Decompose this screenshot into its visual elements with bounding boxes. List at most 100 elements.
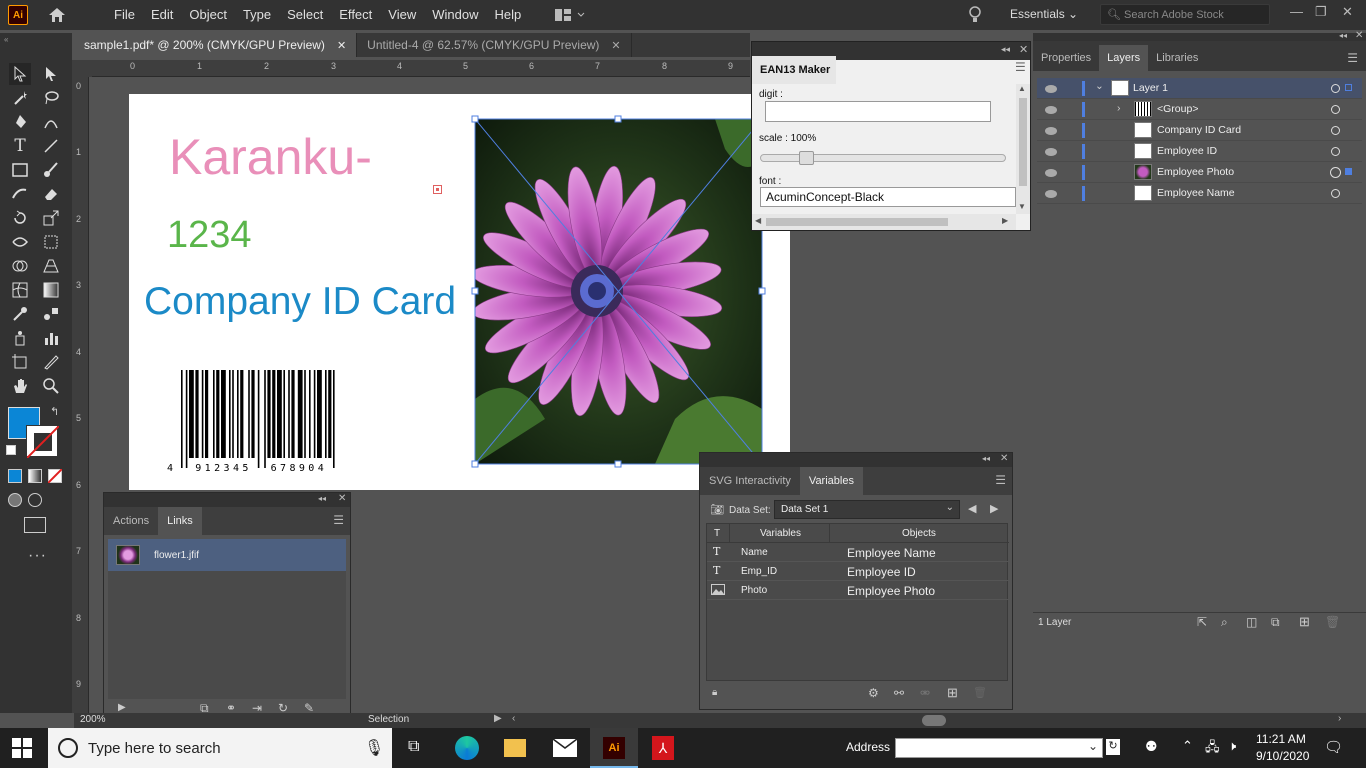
expand-chevron-icon[interactable]: ⌄ [1095, 80, 1104, 92]
vertical-scrollbar[interactable]: ▲ ▼ [1016, 84, 1030, 214]
status-menu-icon[interactable]: ▶ [494, 713, 502, 724]
windows-start-icon[interactable] [12, 738, 32, 761]
tab-layers[interactable]: Layers [1099, 45, 1149, 71]
edge-browser-icon[interactable] [455, 736, 479, 760]
lock-icon[interactable]: 🔒︎ [712, 687, 717, 698]
width-tool-icon[interactable] [9, 231, 31, 253]
close-tab-icon[interactable]: ✕ [611, 39, 620, 52]
expand-chevron-icon[interactable]: › [1117, 102, 1121, 114]
action-center-icon[interactable]: 🗨︎ [1324, 738, 1343, 756]
previous-dataset-icon[interactable]: ◀ [968, 502, 976, 515]
panel-menu-icon[interactable]: ☰ [995, 473, 1006, 495]
scale-slider-thumb[interactable] [799, 151, 815, 165]
color-mode-icon[interactable] [8, 469, 22, 483]
new-layer-icon[interactable]: ⊞ [1299, 614, 1310, 630]
export-icon[interactable]: ⇱ [1197, 615, 1207, 629]
taskbar-search-box[interactable]: Type here to search 🎙︎ [48, 728, 392, 768]
collapse-panel-icon[interactable]: ◂◂ [1339, 31, 1347, 40]
show-hidden-icons-icon[interactable]: ⌃ [1182, 738, 1193, 754]
microphone-icon[interactable]: 🎙︎ [364, 738, 384, 758]
link-item[interactable]: flower1.jfif [108, 539, 346, 571]
close-panel-icon[interactable]: ✕ [1355, 30, 1363, 41]
restore-button[interactable]: ❐ [1315, 4, 1327, 20]
menu-object[interactable]: Object [181, 0, 235, 30]
free-transform-icon[interactable] [40, 231, 62, 253]
target-circle-icon[interactable] [1331, 84, 1340, 93]
type-tool-icon[interactable]: T [9, 135, 31, 157]
layer-row-employee-photo[interactable]: Employee Photo [1037, 162, 1362, 183]
scroll-down-icon[interactable]: ▼ [1018, 202, 1026, 211]
visibility-eye-icon[interactable] [1045, 106, 1057, 114]
eyedropper-icon[interactable] [9, 303, 31, 325]
layer-name[interactable]: Employee Name [1157, 187, 1235, 199]
horizontal-ruler[interactable]: 0 1 2 3 4 5 6 7 8 9 [92, 60, 750, 77]
unbind-icon[interactable]: ⚮ [920, 686, 930, 700]
artboard[interactable]: Karanku- 1234 Company ID Card 4 912345 6… [129, 94, 790, 490]
tab-links[interactable]: Links [158, 507, 202, 535]
new-variable-icon[interactable]: ⊞ [947, 685, 958, 701]
barcode-graphic[interactable] [181, 370, 429, 470]
layer-row-company-id-card[interactable]: Company ID Card [1037, 120, 1362, 141]
arrange-documents-icon[interactable] [555, 8, 585, 22]
company-id-card-text[interactable]: Company ID Card [144, 280, 456, 324]
digit-input[interactable] [765, 101, 991, 122]
delete-icon[interactable]: 🗑︎ [1325, 615, 1340, 629]
tab-libraries[interactable]: Libraries [1148, 45, 1206, 71]
gradient-mode-icon[interactable] [28, 469, 42, 483]
acrobat-icon[interactable]: ⅄ [652, 736, 674, 760]
column-graph-icon[interactable] [40, 327, 62, 349]
target-circle-icon[interactable] [1331, 147, 1340, 156]
scroll-left-icon[interactable]: ◀ [755, 216, 761, 225]
target-circle-icon[interactable] [1331, 189, 1340, 198]
collapse-icon[interactable]: « [4, 35, 8, 44]
layer-name[interactable]: Layer 1 [1133, 82, 1168, 94]
capture-dataset-icon[interactable]: ⚙ [868, 686, 879, 700]
visibility-eye-icon[interactable] [1045, 190, 1057, 198]
slice-tool-icon[interactable] [40, 351, 62, 373]
draw-normal-icon[interactable] [8, 493, 22, 507]
visibility-eye-icon[interactable] [1045, 85, 1057, 93]
font-input[interactable]: AcuminConcept-Black [760, 187, 1016, 207]
perspective-grid-icon[interactable] [40, 255, 62, 277]
pen-tool-icon[interactable] [9, 111, 31, 133]
stroke-color-swatch[interactable] [26, 425, 59, 458]
more-tools-icon[interactable]: ··· [28, 547, 47, 565]
layer-row-layer1[interactable]: ⌄ Layer 1 [1037, 78, 1362, 99]
panel-menu-icon[interactable]: ☰ [1015, 60, 1026, 74]
close-tab-icon[interactable]: ✕ [337, 39, 346, 52]
ean13-tab[interactable]: EAN13 Maker [752, 56, 836, 84]
scale-tool-icon[interactable] [40, 207, 62, 229]
draw-behind-icon[interactable] [28, 493, 42, 507]
current-tool[interactable]: Selection [368, 714, 409, 725]
tab-variables[interactable]: Variables [799, 467, 863, 495]
close-panel-icon[interactable]: ✕ [1019, 43, 1028, 56]
menu-help[interactable]: Help [486, 0, 529, 30]
visibility-eye-icon[interactable] [1045, 148, 1057, 156]
layer-name[interactable]: Company ID Card [1157, 124, 1241, 136]
variables-column-header[interactable]: Variables [760, 528, 801, 539]
horizontal-scroll-thumb[interactable] [922, 715, 946, 726]
symbol-sprayer-icon[interactable] [9, 327, 31, 349]
scroll-right-icon[interactable]: › [1338, 713, 1341, 724]
menu-select[interactable]: Select [279, 0, 331, 30]
curvature-tool-icon[interactable] [40, 111, 62, 133]
new-sublayer-icon[interactable]: ⧉ [1271, 615, 1280, 630]
dataset-select[interactable]: Data Set 1 ⌄ [774, 500, 960, 519]
layer-name[interactable]: Employee ID [1157, 145, 1217, 157]
employee-name-text[interactable]: Karanku- [169, 128, 372, 186]
illustrator-taskbar-button[interactable]: Ai [590, 728, 638, 768]
ruler-origin[interactable] [72, 60, 92, 77]
lasso-icon[interactable] [40, 87, 62, 109]
camera-icon[interactable]: 📷︎ [710, 503, 724, 516]
menu-effect[interactable]: Effect [331, 0, 380, 30]
show-info-icon[interactable]: ▶ [118, 702, 126, 713]
layer-name[interactable]: Employee Photo [1157, 166, 1234, 178]
collapse-panel-icon[interactable]: ◂◂ [318, 494, 326, 503]
shape-builder-icon[interactable] [9, 255, 31, 277]
panel-menu-icon[interactable]: ☰ [1347, 51, 1358, 65]
tab-untitled-4[interactable]: Untitled-4 @ 62.57% (CMYK/GPU Preview) ✕ [357, 33, 632, 57]
clock-time[interactable]: 11:21 AM [1256, 732, 1306, 746]
hand-tool-icon[interactable] [9, 375, 31, 397]
minimize-button[interactable]: — [1290, 4, 1303, 19]
next-dataset-icon[interactable]: ▶ [990, 502, 998, 515]
